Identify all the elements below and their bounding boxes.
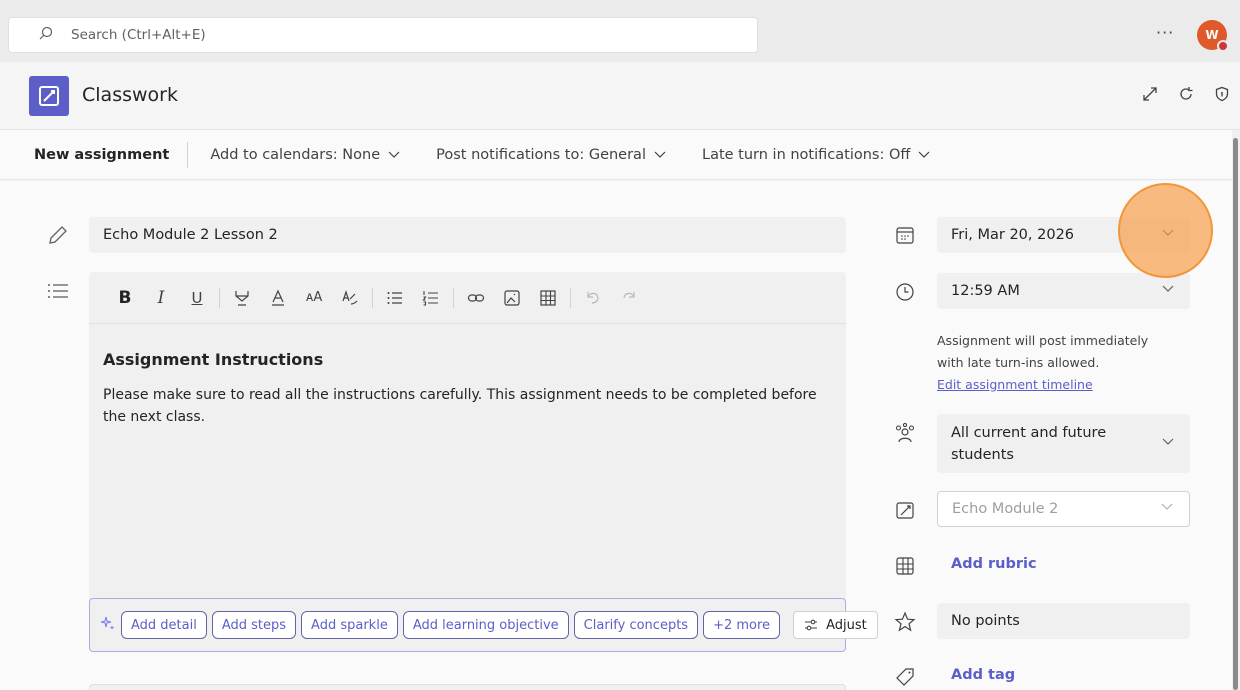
attachments-field[interactable] — [89, 684, 846, 690]
undo-icon[interactable] — [575, 283, 611, 313]
scrollbar-thumb[interactable] — [1233, 138, 1238, 690]
chevron-down-icon — [388, 151, 400, 158]
chevron-down-icon[interactable] — [1161, 503, 1173, 511]
points-value: No points — [951, 613, 1020, 629]
timeline-note: Assignment will post immediately with la… — [937, 330, 1177, 396]
chip-add-steps[interactable]: Add steps — [211, 611, 297, 639]
add-tag-button[interactable]: Add tag — [951, 667, 1015, 683]
new-assignment-label: New assignment — [34, 141, 189, 168]
link-icon[interactable] — [458, 283, 494, 313]
due-time-picker[interactable]: 12:59 AM — [937, 273, 1190, 309]
sparkle-icon — [100, 615, 116, 635]
points-field[interactable]: No points — [937, 603, 1190, 639]
chevron-down-icon[interactable] — [1162, 285, 1174, 293]
cursor-highlight — [1118, 183, 1213, 278]
add-rubric-button[interactable]: Add rubric — [951, 556, 1037, 572]
due-date-value: Fri, Mar 20, 2026 — [951, 227, 1075, 243]
redo-icon[interactable] — [611, 283, 647, 313]
search-icon — [39, 26, 53, 44]
expand-icon[interactable] — [1140, 84, 1160, 104]
numbered-list-icon[interactable] — [413, 283, 449, 313]
status-dot — [1217, 40, 1229, 52]
late-turn-in-dropdown[interactable]: Late turn in notifications: Off — [702, 147, 930, 163]
assignment-title-input[interactable]: Echo Module 2 Lesson 2 — [89, 217, 846, 253]
italic-icon[interactable]: I — [143, 283, 179, 313]
classwork-app-icon — [29, 76, 69, 116]
assignment-toolbar: New assignment Add to calendars: None Po… — [0, 130, 1232, 180]
adjust-button[interactable]: Adjust — [793, 611, 878, 639]
top-bar: Search (Ctrl+Alt+E) ··· W — [0, 0, 1240, 62]
post-notifications-dropdown[interactable]: Post notifications to: General — [436, 147, 666, 163]
calendar-icon — [893, 223, 917, 247]
clock-icon — [893, 280, 917, 304]
late-turn-in-label: Late turn in notifications: Off — [701, 146, 911, 163]
post-notifications-label: Post notifications to: General — [436, 146, 646, 163]
formatting-toolbar: B I U ᴀA — [89, 272, 846, 324]
add-to-calendars-dropdown[interactable]: Add to calendars: None — [210, 147, 400, 163]
tag-icon — [893, 665, 917, 689]
chevron-down-icon — [918, 151, 930, 158]
edit-timeline-link[interactable]: Edit assignment timeline — [937, 374, 1177, 396]
underline-icon[interactable]: U — [179, 283, 215, 313]
table-icon[interactable] — [530, 283, 566, 313]
bold-icon[interactable]: B — [107, 283, 143, 313]
image-icon[interactable] — [494, 283, 530, 313]
search-box[interactable]: Search (Ctrl+Alt+E) — [8, 17, 758, 53]
search-placeholder: Search (Ctrl+Alt+E) — [71, 27, 206, 43]
category-dropdown[interactable]: Echo Module 2 — [937, 491, 1190, 527]
chip-add-sparkle[interactable]: Add sparkle — [301, 611, 398, 639]
bulleted-list-icon[interactable] — [377, 283, 413, 313]
font-size-icon[interactable]: ᴀA — [296, 283, 332, 313]
due-time-value: 12:59 AM — [951, 283, 1020, 299]
ai-suggestion-bar: Add detail Add steps Add sparkle Add lea… — [89, 598, 878, 652]
chip-more[interactable]: +2 more — [703, 611, 781, 639]
clear-format-icon[interactable] — [332, 283, 368, 313]
category-icon — [893, 498, 917, 522]
more-options-icon[interactable]: ··· — [1156, 23, 1174, 42]
chip-add-learning-objective[interactable]: Add learning objective — [402, 611, 569, 639]
pencil-icon — [46, 223, 70, 247]
rubric-grid-icon — [893, 554, 917, 578]
instructions-body: Please make sure to read all the instruc… — [103, 387, 817, 425]
shield-icon[interactable] — [1212, 84, 1232, 104]
avatar[interactable]: W — [1197, 20, 1229, 52]
font-color-icon[interactable] — [260, 283, 296, 313]
instructions-heading: Assignment Instructions — [103, 350, 324, 369]
app-header: Classwork — [0, 62, 1240, 130]
assign-to-value: All current and future students — [951, 424, 1107, 463]
chip-clarify-concepts[interactable]: Clarify concepts — [573, 611, 699, 639]
instructions-editor[interactable]: B I U ᴀA Assignment Instructions Please … — [89, 272, 846, 652]
adjust-label: Adjust — [826, 617, 867, 633]
avatar-initials: W — [1205, 28, 1219, 42]
sliders-icon — [805, 619, 818, 631]
chevron-down-icon — [654, 151, 666, 158]
chip-add-detail[interactable]: Add detail — [121, 611, 207, 639]
assign-to-dropdown[interactable]: All current and future students — [937, 414, 1190, 473]
assignment-form: Echo Module 2 Lesson 2 B I U ᴀA Assignme… — [0, 181, 1232, 690]
highlight-icon[interactable] — [224, 283, 260, 313]
add-to-calendars-label: Add to calendars: None — [210, 146, 381, 163]
star-icon — [893, 610, 917, 634]
category-placeholder: Echo Module 2 — [952, 501, 1059, 517]
people-icon — [893, 421, 917, 445]
refresh-icon[interactable] — [1176, 84, 1196, 104]
chevron-down-icon[interactable] — [1162, 438, 1174, 446]
app-title: Classwork — [82, 84, 178, 106]
timeline-note-text: Assignment will post immediately with la… — [937, 333, 1149, 370]
scrollbar[interactable] — [1232, 130, 1240, 690]
list-icon — [46, 279, 70, 303]
